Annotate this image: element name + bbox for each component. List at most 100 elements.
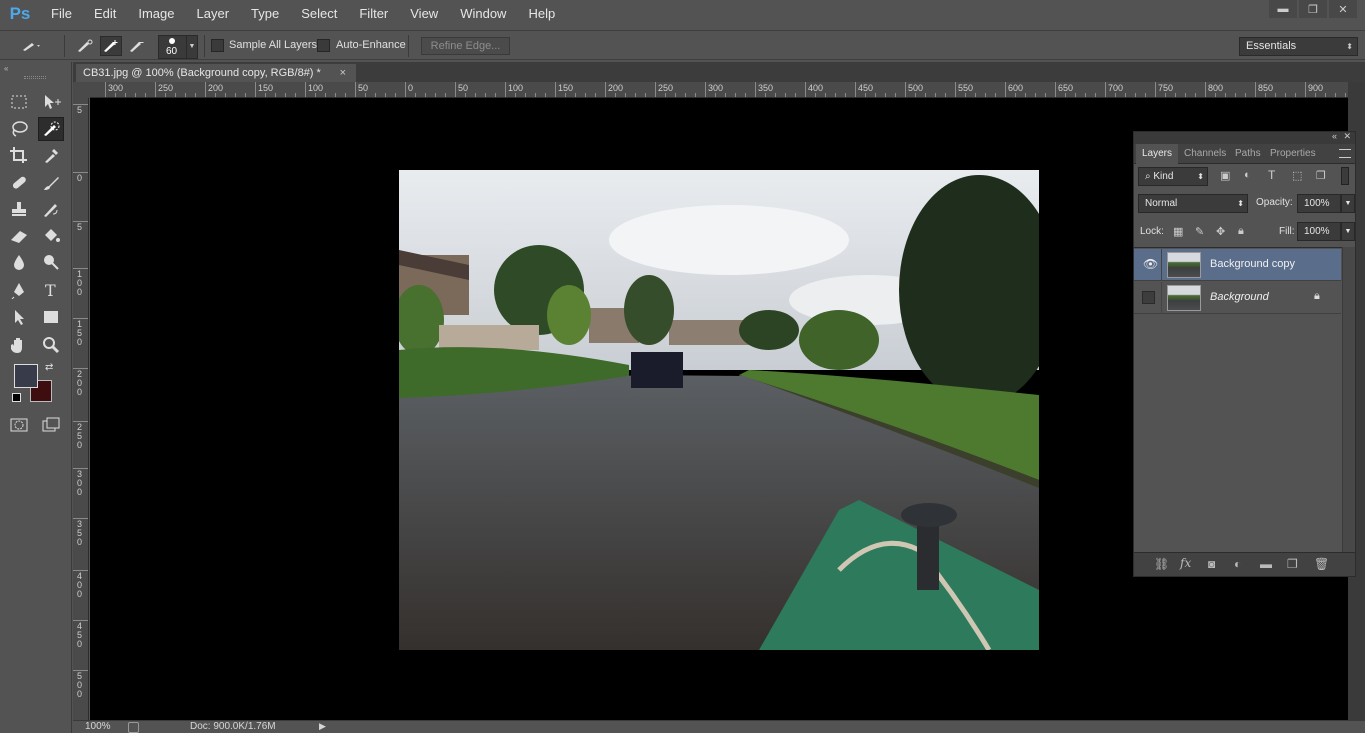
pen-tool[interactable] bbox=[6, 278, 32, 302]
blend-mode-select[interactable]: Normal ⬍ bbox=[1138, 194, 1248, 213]
fill-input[interactable]: 100% bbox=[1297, 222, 1341, 241]
default-colors-icon[interactable] bbox=[12, 393, 21, 402]
tab-layers[interactable]: Layers bbox=[1136, 144, 1179, 164]
close-button[interactable]: ✕ bbox=[1329, 0, 1357, 18]
new-selection-mode[interactable] bbox=[74, 36, 96, 56]
new-layer-icon[interactable]: ❐ bbox=[1287, 557, 1298, 571]
layers-scrollbar[interactable] bbox=[1342, 247, 1355, 552]
tab-paths[interactable]: Paths bbox=[1235, 144, 1261, 164]
minimize-button[interactable]: ▬ bbox=[1269, 0, 1297, 18]
eyedropper-tool[interactable] bbox=[38, 143, 64, 167]
screen-mode[interactable] bbox=[38, 413, 64, 437]
collapse-panel-icon[interactable]: « bbox=[4, 64, 8, 73]
document-tab[interactable]: CB31.jpg @ 100% (Background copy, RGB/8#… bbox=[76, 64, 356, 82]
opacity-input[interactable]: 100% bbox=[1297, 194, 1341, 213]
foreground-color-swatch[interactable] bbox=[14, 364, 38, 388]
add-to-selection-mode[interactable] bbox=[100, 36, 122, 56]
trash-icon[interactable]: 🗑︎ bbox=[1314, 557, 1329, 571]
layer-row-background-copy[interactable]: 👁︎ Background copy bbox=[1134, 249, 1341, 281]
type-tool[interactable]: T bbox=[38, 278, 64, 302]
vertical-ruler[interactable]: 5 0 5 100 150 200 250 300 350 400 450 500 bbox=[73, 98, 89, 720]
layer-name[interactable]: Background bbox=[1210, 291, 1269, 303]
lock-all-icon[interactable]: 🔒︎ bbox=[1238, 225, 1244, 238]
chevron-down-icon[interactable]: ▼ bbox=[1341, 194, 1355, 213]
restore-button[interactable]: ❐ bbox=[1299, 0, 1327, 18]
status-options-icon[interactable] bbox=[128, 722, 139, 733]
lock-image-icon[interactable]: ✎ bbox=[1195, 225, 1204, 238]
subtract-from-selection-mode[interactable] bbox=[126, 36, 148, 56]
menu-help[interactable]: Help bbox=[517, 0, 566, 28]
path-selection-tool[interactable] bbox=[6, 305, 32, 329]
quick-mask-mode[interactable] bbox=[6, 413, 32, 437]
swap-colors-icon[interactable]: ⇄ bbox=[45, 362, 53, 373]
visibility-toggle[interactable] bbox=[1134, 282, 1162, 314]
new-group-icon[interactable]: ▬ bbox=[1260, 557, 1272, 571]
lock-label: Lock: bbox=[1140, 226, 1164, 237]
blur-tool[interactable] bbox=[6, 250, 32, 274]
refine-edge-button[interactable]: Refine Edge... bbox=[421, 37, 510, 55]
menu-file[interactable]: File bbox=[40, 0, 83, 28]
filter-shape-icon[interactable]: ⬚ bbox=[1292, 169, 1302, 182]
menu-window[interactable]: Window bbox=[449, 0, 517, 28]
brush-tool[interactable] bbox=[38, 171, 64, 195]
hand-tool[interactable] bbox=[6, 333, 32, 357]
menu-type[interactable]: Type bbox=[240, 0, 290, 28]
lasso-tool[interactable] bbox=[6, 117, 32, 141]
layer-name[interactable]: Background copy bbox=[1210, 258, 1295, 270]
dodge-tool[interactable] bbox=[38, 250, 64, 274]
menu-edit[interactable]: Edit bbox=[83, 0, 127, 28]
document-image[interactable] bbox=[399, 170, 1039, 650]
fx-icon[interactable]: fx bbox=[1180, 556, 1191, 570]
eraser-tool[interactable] bbox=[6, 224, 32, 248]
paint-bucket-tool[interactable] bbox=[38, 224, 64, 248]
tab-properties[interactable]: Properties bbox=[1270, 144, 1316, 164]
chevron-down-icon[interactable]: ▼ bbox=[186, 36, 197, 58]
collapse-icon[interactable]: « bbox=[1332, 131, 1337, 141]
sample-all-layers-checkbox[interactable] bbox=[211, 39, 224, 52]
lock-position-icon[interactable]: ✥ bbox=[1216, 225, 1225, 238]
brush-size-picker[interactable]: 60 ▼ bbox=[158, 35, 198, 59]
filter-toggle[interactable] bbox=[1341, 167, 1349, 185]
history-brush-tool[interactable] bbox=[38, 197, 64, 221]
menu-select[interactable]: Select bbox=[290, 0, 348, 28]
tool-preset-picker[interactable] bbox=[20, 36, 42, 56]
filter-pixel-icon[interactable]: ▣ bbox=[1220, 169, 1230, 182]
horizontal-ruler[interactable]: 300 250 200 150 100 50 0 50 100 150 200 250 300 350 40… bbox=[90, 82, 1348, 98]
zoom-level[interactable]: 100% bbox=[85, 721, 111, 732]
move-tool[interactable] bbox=[38, 90, 64, 114]
filter-adjustment-icon[interactable]: ◐ bbox=[1244, 169, 1251, 181]
mooring-post-cap bbox=[901, 503, 957, 527]
quick-selection-tool[interactable] bbox=[38, 117, 64, 141]
visibility-toggle[interactable]: 👁︎ bbox=[1134, 249, 1162, 281]
adjustment-layer-icon[interactable]: ◐ bbox=[1234, 557, 1241, 571]
layer-filter-kind[interactable]: ⌕ Kind ⬍ bbox=[1138, 167, 1208, 186]
rectangular-marquee-tool[interactable] bbox=[6, 90, 32, 114]
workspace-switcher[interactable]: Essentials ⬍ bbox=[1239, 37, 1358, 56]
status-arrow-icon[interactable]: ▶ bbox=[319, 721, 326, 732]
menu-layer[interactable]: Layer bbox=[186, 0, 241, 28]
lock-transparent-icon[interactable]: ▦ bbox=[1173, 225, 1183, 238]
rectangle-tool[interactable] bbox=[38, 305, 64, 329]
layers-panel: « ✕ Layers Channels Paths Properties ⌕ K… bbox=[1133, 131, 1356, 577]
crop-tool[interactable] bbox=[6, 143, 32, 167]
link-layers-icon[interactable]: ⛓ bbox=[1154, 557, 1169, 571]
zoom-tool[interactable] bbox=[38, 333, 64, 357]
clone-stamp-tool[interactable] bbox=[6, 197, 32, 221]
menu-filter[interactable]: Filter bbox=[348, 0, 399, 28]
filter-type-icon[interactable]: T bbox=[1268, 168, 1275, 182]
ruler-label: 200 bbox=[608, 83, 624, 93]
auto-enhance-checkbox[interactable] bbox=[317, 39, 330, 52]
close-panel-icon[interactable]: ✕ bbox=[1343, 131, 1351, 142]
layer-row-background[interactable]: Background 🔒︎ bbox=[1134, 282, 1341, 314]
spot-healing-brush-tool[interactable] bbox=[6, 171, 32, 195]
ruler-origin[interactable] bbox=[73, 82, 90, 98]
filter-smart-object-icon[interactable]: ❐ bbox=[1316, 169, 1326, 182]
menu-view[interactable]: View bbox=[399, 0, 449, 28]
close-tab-icon[interactable]: × bbox=[340, 64, 346, 82]
chevron-down-icon[interactable]: ▼ bbox=[1341, 222, 1355, 241]
bandage-icon bbox=[12, 176, 26, 189]
menu-image[interactable]: Image bbox=[127, 0, 185, 28]
panel-menu-icon[interactable] bbox=[1339, 149, 1351, 158]
tab-channels[interactable]: Channels bbox=[1184, 144, 1226, 164]
add-mask-icon[interactable]: ◙ bbox=[1208, 557, 1215, 571]
